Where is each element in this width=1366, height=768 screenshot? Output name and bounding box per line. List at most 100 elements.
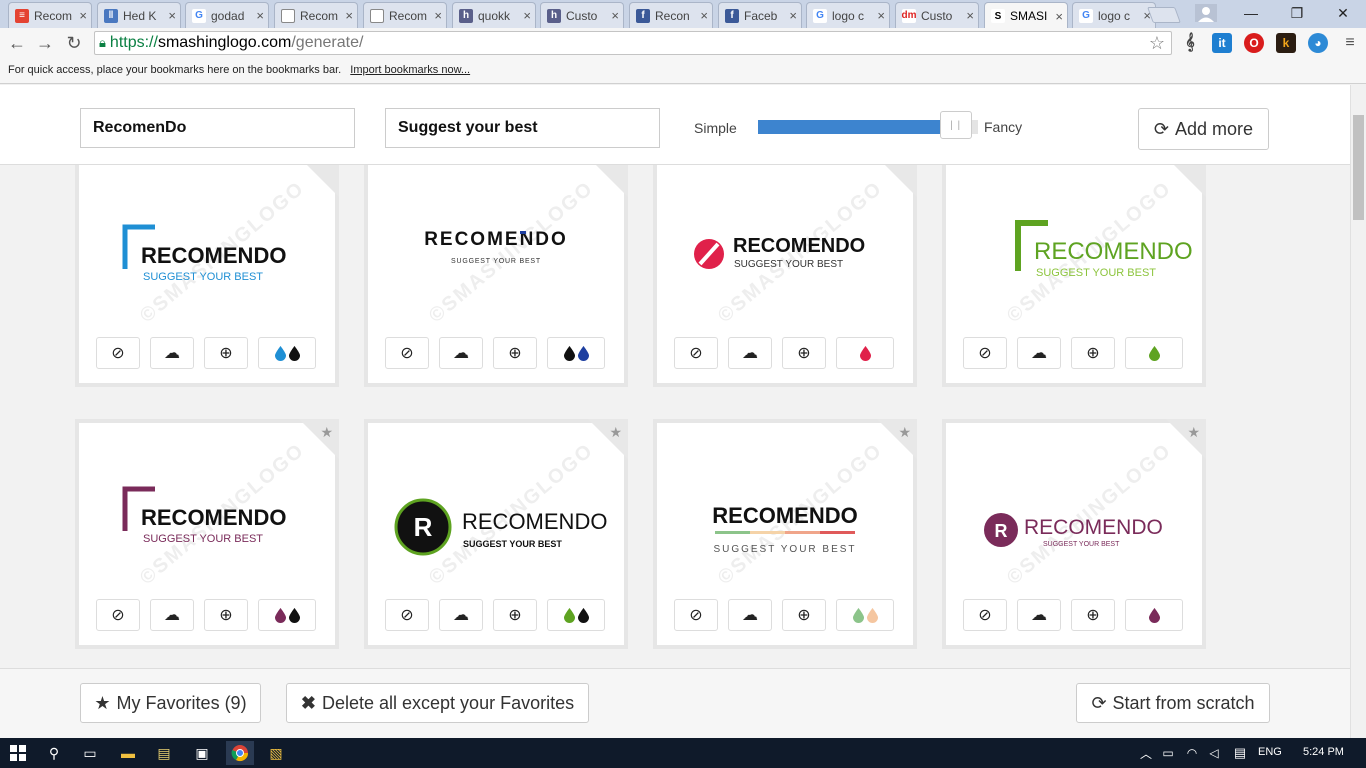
zoom-logo-button[interactable]: ⊕ bbox=[1071, 599, 1115, 631]
change-colors-button[interactable] bbox=[836, 599, 894, 631]
favorite-corner[interactable] bbox=[877, 419, 917, 459]
change-colors-button[interactable] bbox=[547, 599, 605, 631]
close-tab-icon[interactable]: × bbox=[611, 8, 619, 23]
browser-tab[interactable]: S SMASI × bbox=[984, 2, 1068, 29]
import-bookmarks-link[interactable]: Import bookmarks now... bbox=[350, 64, 470, 76]
download-logo-button[interactable]: ☁ bbox=[150, 337, 194, 369]
minimize-button[interactable]: — bbox=[1228, 0, 1274, 26]
favorite-star-icon[interactable]: ★ bbox=[609, 424, 622, 441]
search-icon[interactable]: ⚲ bbox=[42, 741, 66, 765]
change-colors-button[interactable] bbox=[1125, 599, 1183, 631]
tagline-input[interactable]: Suggest your best bbox=[385, 108, 660, 148]
change-colors-button[interactable] bbox=[836, 337, 894, 369]
close-window-button[interactable]: ✕ bbox=[1320, 0, 1366, 26]
close-tab-icon[interactable]: × bbox=[523, 8, 531, 23]
close-tab-icon[interactable]: × bbox=[256, 8, 264, 23]
chrome-icon[interactable] bbox=[226, 741, 254, 765]
opera-extension-icon[interactable]: O bbox=[1244, 33, 1264, 53]
favorite-star-icon[interactable]: ★ bbox=[1187, 424, 1200, 441]
command-prompt-icon[interactable]: ▣ bbox=[190, 741, 214, 765]
close-tab-icon[interactable]: × bbox=[434, 8, 442, 23]
notifications-icon[interactable]: ▤ bbox=[1228, 741, 1252, 765]
clock[interactable]: 5:24 PM bbox=[1303, 746, 1344, 758]
change-colors-button[interactable] bbox=[1125, 337, 1183, 369]
zoom-logo-button[interactable]: ⊕ bbox=[782, 599, 826, 631]
hide-logo-button[interactable]: ⊘ bbox=[674, 599, 718, 631]
browser-tab[interactable]: Ggodad × bbox=[185, 2, 269, 28]
favorite-corner[interactable] bbox=[1166, 419, 1206, 459]
logo-card[interactable]: ★ ©SMASHINGLOGO R RECOMENDO SUGGEST YOUR BES… bbox=[364, 419, 628, 649]
favorite-corner[interactable] bbox=[877, 165, 917, 197]
sublime-icon[interactable]: ▧ bbox=[264, 741, 288, 765]
close-tab-icon[interactable]: × bbox=[877, 8, 885, 23]
zoom-logo-button[interactable]: ⊕ bbox=[204, 599, 248, 631]
close-tab-icon[interactable]: × bbox=[345, 8, 353, 23]
browser-tab[interactable]: Glogo c × bbox=[806, 2, 890, 28]
tuner-extension-icon[interactable]: 𝄞 bbox=[1180, 33, 1200, 53]
hide-logo-button[interactable]: ⊘ bbox=[96, 599, 140, 631]
download-logo-button[interactable]: ☁ bbox=[150, 599, 194, 631]
language-indicator[interactable]: ENG bbox=[1258, 746, 1282, 758]
favorite-corner[interactable] bbox=[299, 419, 339, 459]
logo-card[interactable]: ©SMASHINGLOGO RECOMENDO SUGGEST YOUR BEST ⊘… bbox=[653, 165, 917, 387]
download-logo-button[interactable]: ☁ bbox=[439, 599, 483, 631]
logo-card[interactable]: ★ ©SMASHINGLOGO RECOMENDO SUGGEST YOUR BEST… bbox=[653, 419, 917, 649]
browser-tab[interactable]: Recom × bbox=[274, 2, 358, 28]
favorite-corner[interactable] bbox=[588, 419, 628, 459]
slider-handle[interactable]: | | bbox=[939, 111, 972, 139]
zoom-logo-button[interactable]: ⊕ bbox=[782, 337, 826, 369]
hide-logo-button[interactable]: ⊘ bbox=[963, 599, 1007, 631]
browser-tab[interactable]: f Faceb × bbox=[718, 2, 802, 28]
favorite-star-icon[interactable]: ★ bbox=[320, 424, 333, 441]
browser-tab[interactable]: Recom × bbox=[363, 2, 447, 28]
zoom-logo-button[interactable]: ⊕ bbox=[204, 337, 248, 369]
close-tab-icon[interactable]: × bbox=[700, 8, 708, 23]
change-colors-button[interactable] bbox=[547, 337, 605, 369]
close-tab-icon[interactable]: × bbox=[966, 8, 974, 23]
kiwi-extension-icon[interactable]: k bbox=[1276, 33, 1296, 53]
instapaper-extension-icon[interactable]: it bbox=[1212, 33, 1232, 53]
start-from-scratch-button[interactable]: ⟳ Start from scratch bbox=[1076, 683, 1270, 723]
hide-logo-button[interactable]: ⊘ bbox=[385, 337, 429, 369]
task-view-icon[interactable]: ▭ bbox=[78, 741, 102, 765]
volume-icon[interactable]: ◁ bbox=[1202, 741, 1226, 765]
logo-card[interactable]: ★ ©SMASHINGLOGO R RECOMENDO SUGGEST YOUR BES… bbox=[942, 419, 1206, 649]
close-tab-icon[interactable]: × bbox=[79, 8, 87, 23]
logo-card[interactable]: ©SMASHINGLOGO RECOMENDO SUGGEST YOUR BEST ⊘… bbox=[75, 165, 339, 387]
reload-button[interactable]: ↻ bbox=[63, 32, 85, 54]
page-scrollbar[interactable] bbox=[1350, 85, 1366, 738]
forward-button[interactable]: → bbox=[34, 32, 56, 54]
scroll-thumb[interactable] bbox=[1353, 115, 1364, 220]
download-logo-button[interactable]: ☁ bbox=[1017, 337, 1061, 369]
browser-tab[interactable]: dm Custo × bbox=[895, 2, 979, 28]
favorite-corner[interactable] bbox=[588, 165, 628, 197]
file-explorer-icon[interactable]: ▬ bbox=[116, 741, 140, 765]
wifi-icon[interactable]: ◠ bbox=[1180, 741, 1204, 765]
hide-logo-button[interactable]: ⊘ bbox=[96, 337, 140, 369]
menu-icon[interactable]: ≡ bbox=[1339, 32, 1361, 54]
logo-card[interactable]: ©SMASHINGLOGO RECOMENDO SUGGEST YOUR BEST ⊘… bbox=[364, 165, 628, 387]
zoom-logo-button[interactable]: ⊕ bbox=[493, 599, 537, 631]
zoom-logo-button[interactable]: ⊕ bbox=[1071, 337, 1115, 369]
download-logo-button[interactable]: ☁ bbox=[728, 599, 772, 631]
hide-logo-button[interactable]: ⊘ bbox=[674, 337, 718, 369]
favorite-corner[interactable] bbox=[299, 165, 339, 197]
close-tab-icon[interactable]: × bbox=[168, 8, 176, 23]
notepad-icon[interactable]: ▤ bbox=[152, 741, 176, 765]
profile-icon[interactable] bbox=[1186, 0, 1226, 26]
globe-extension-icon[interactable]: ◕ bbox=[1308, 33, 1328, 53]
browser-tab[interactable]: f Recon × bbox=[629, 2, 713, 28]
add-more-button[interactable]: ⟳ Add more bbox=[1138, 108, 1269, 150]
browser-tab[interactable]: ‖ Hed K × bbox=[97, 2, 181, 28]
company-name-input[interactable]: RecomenDo bbox=[80, 108, 355, 148]
address-bar[interactable]: 🔒︎ https://smashinglogo.com/generate/ ☆ bbox=[94, 31, 1172, 55]
battery-icon[interactable]: ▭ bbox=[1156, 741, 1180, 765]
windows-start-icon[interactable] bbox=[6, 741, 30, 765]
browser-tab[interactable]: h Custo × bbox=[540, 2, 624, 28]
change-colors-button[interactable] bbox=[258, 337, 316, 369]
zoom-logo-button[interactable]: ⊕ bbox=[493, 337, 537, 369]
delete-all-button[interactable]: ✖ Delete all except your Favorites bbox=[286, 683, 589, 723]
logo-card[interactable]: ★ ©SMASHINGLOGO RECOMENDO SUGGEST YOUR BEST… bbox=[75, 419, 339, 649]
download-logo-button[interactable]: ☁ bbox=[728, 337, 772, 369]
close-tab-icon[interactable]: × bbox=[1055, 9, 1063, 24]
